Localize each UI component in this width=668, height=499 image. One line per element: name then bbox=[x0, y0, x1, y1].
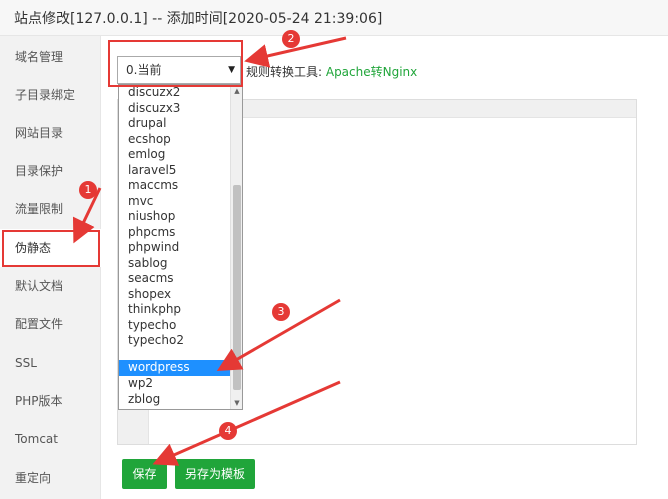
annotation-marker-3: 3 bbox=[272, 303, 290, 321]
annotation-marker-4: 4 bbox=[219, 422, 237, 440]
annotation-arrows bbox=[72, 36, 347, 466]
annotation-marker-1: 1 bbox=[79, 181, 97, 199]
annotation-marker-2: 2 bbox=[282, 30, 300, 48]
annotation-arrow-4 bbox=[152, 380, 341, 466]
